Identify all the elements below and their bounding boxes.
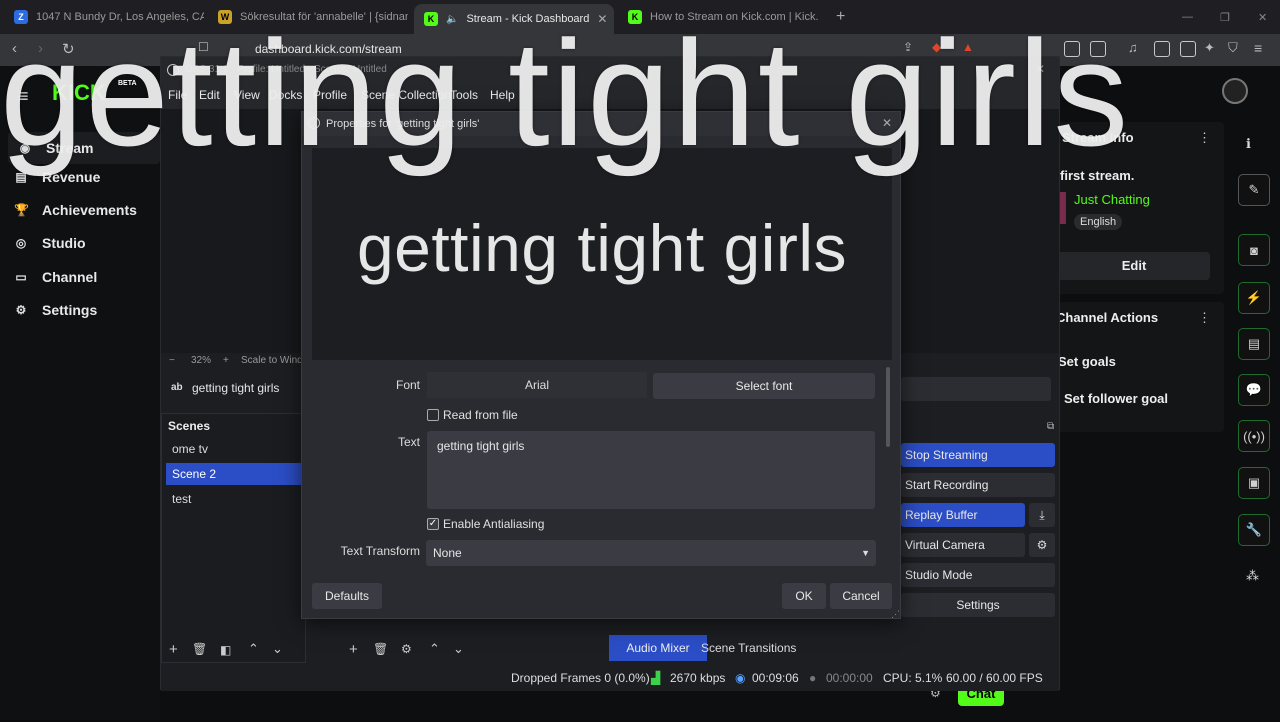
fps: 60.00 / 60.00 FPS	[946, 671, 1043, 685]
source-name: getting tight girls	[192, 381, 280, 395]
category-link[interactable]: Just Chatting	[1074, 192, 1150, 207]
kick-right-panels: Stream Info ⋮ first stream. Just Chattin…	[1052, 122, 1224, 722]
text-transform-value: None	[433, 546, 462, 560]
read-from-file-checkbox[interactable]	[427, 409, 439, 421]
preview-text: getting tight girls	[356, 211, 848, 285]
text-preview: getting tight girls	[312, 148, 892, 360]
record-time: 00:00:00	[826, 671, 873, 685]
set-goals-action[interactable]: Set goals	[1058, 354, 1116, 369]
signal-icon: ▟	[651, 671, 661, 685]
text-source-icon: ab	[171, 382, 183, 393]
chat-bubble-icon[interactable]: 💬	[1238, 374, 1270, 406]
sidebar-item-label: Achievements	[42, 202, 137, 218]
filter-icon[interactable]: ◧	[220, 643, 231, 657]
select-font-button[interactable]: Select font	[653, 373, 875, 399]
cpu-usage: CPU: 5.1%	[883, 671, 943, 685]
lightning-icon[interactable]: ⚡	[1238, 282, 1270, 314]
channel-actions-panel: Channel Actions ⋮ Set goals Set follower…	[1052, 302, 1224, 432]
virtual-camera-button[interactable]: Virtual Camera	[901, 533, 1025, 557]
stop-streaming-button[interactable]: Stop Streaming	[901, 443, 1055, 467]
pencil-icon[interactable]: ✎	[1238, 174, 1270, 206]
remove-scene-icon[interactable]: 🗑	[192, 642, 207, 656]
edit-button[interactable]: Edit	[1058, 252, 1210, 280]
zoom-level: 32%	[191, 355, 212, 366]
channel-icon: ▭	[15, 270, 27, 284]
controls-dock: ⧉ Stop Streaming Start Recording Replay …	[901, 421, 1057, 657]
sidebar-item-achievements[interactable]: 🏆 Achievements	[14, 202, 137, 218]
set-follower-goal-action[interactable]: Set follower goal	[1064, 391, 1168, 406]
add-scene-icon[interactable]: +	[169, 641, 178, 658]
status-bar: Dropped Frames 0 (0.0%) ▟ 2670 kbps ◉ 00…	[161, 667, 1059, 691]
source-toolbar-field[interactable]	[901, 377, 1051, 401]
wrench-icon[interactable]: 🔧	[1238, 514, 1270, 546]
broadcast-icon[interactable]: ((•))	[1238, 420, 1270, 452]
stream-status-icon: ◉	[735, 671, 746, 685]
replay-buffer-button[interactable]: Replay Buffer	[901, 503, 1025, 527]
source-up-icon[interactable]: ⌃	[429, 641, 440, 657]
scenes-header: Scenes	[168, 419, 211, 433]
text-label: Text	[397, 435, 420, 449]
move-up-icon[interactable]: ⌃	[248, 641, 259, 657]
virtual-camera-settings-icon[interactable]: ⚙	[1029, 533, 1055, 557]
gear-icon: ⚙	[15, 303, 27, 317]
scenes-dock: Scenes ome tv Scene 2 test	[161, 413, 306, 663]
defaults-button[interactable]: Defaults	[312, 583, 382, 609]
font-value: Arial	[427, 372, 647, 398]
language-tag: English	[1074, 214, 1123, 230]
tab-audio-mixer[interactable]: Audio Mixer	[609, 635, 707, 661]
camera-icon[interactable]: ◙	[1238, 234, 1270, 266]
source-down-icon[interactable]: ⌄	[453, 641, 464, 657]
start-recording-button[interactable]: Start Recording	[901, 473, 1055, 497]
font-label: Font	[395, 378, 420, 392]
antialiasing-label: Enable Antialiasing	[443, 517, 545, 531]
scene-item[interactable]: ome tv	[166, 438, 303, 460]
zoom-out-icon[interactable]: −	[169, 355, 175, 366]
sidebar-item-label: Studio	[42, 235, 86, 251]
bitrate: 2670 kbps	[670, 671, 726, 685]
sidebar-item-channel[interactable]: ▭ Channel	[14, 269, 97, 285]
resize-grip-icon[interactable]: ⋰	[891, 609, 900, 620]
text-transform-select[interactable]: None ▼	[426, 540, 876, 566]
sidebar-item-label: Channel	[42, 269, 98, 285]
studio-mode-button[interactable]: Studio Mode	[901, 563, 1055, 587]
record-status-icon: ●	[809, 671, 817, 685]
document-icon[interactable]: ▤	[1238, 328, 1270, 360]
text-field[interactable]: getting tight girls	[427, 431, 875, 509]
scrollbar[interactable]	[886, 367, 890, 447]
more-options-icon[interactable]: ⋮	[1198, 310, 1211, 326]
add-source-icon[interactable]: +	[349, 641, 358, 658]
media-icon[interactable]: ▣	[1238, 467, 1270, 499]
zoom-in-icon[interactable]: +	[223, 355, 229, 366]
cancel-button[interactable]: Cancel	[830, 583, 892, 609]
read-from-file-label: Read from file	[443, 408, 518, 422]
apps-icon[interactable]: ⁂	[1246, 568, 1259, 584]
stream-time: 00:09:06	[752, 671, 799, 685]
tab-scene-transitions[interactable]: Scene Transitions	[701, 641, 796, 655]
move-down-icon[interactable]: ⌄	[272, 641, 283, 657]
studio-icon: ◎	[15, 236, 27, 250]
sidebar-item-studio[interactable]: ◎ Studio	[14, 235, 86, 251]
overlay-text: getting tight girls	[0, 9, 1131, 177]
remove-source-icon[interactable]: 🗑	[373, 642, 388, 656]
properties-dialog: Properties for 'getting tight girls' ✕ g…	[301, 111, 901, 619]
undock-icon[interactable]: ⧉	[1047, 421, 1054, 432]
antialiasing-checkbox[interactable]: ✓	[427, 518, 439, 530]
trophy-icon: 🏆	[14, 203, 29, 217]
dropped-frames: Dropped Frames 0 (0.0%)	[511, 671, 650, 685]
text-transform-label: Text Transform	[340, 544, 420, 558]
category-thumbnail	[1060, 192, 1066, 224]
sidebar-item-settings[interactable]: ⚙ Settings	[14, 302, 98, 318]
chevron-down-icon: ▼	[861, 548, 870, 558]
ok-button[interactable]: OK	[782, 583, 826, 609]
settings-button[interactable]: Settings	[901, 593, 1055, 617]
source-settings-icon[interactable]: ⚙	[401, 642, 412, 656]
sidebar-item-label: Settings	[42, 302, 98, 318]
panel-header: Channel Actions	[1056, 310, 1159, 325]
save-replay-icon[interactable]: ⤓	[1029, 503, 1055, 527]
scene-item[interactable]: test	[166, 488, 303, 510]
scene-item-selected[interactable]: Scene 2	[166, 463, 303, 485]
